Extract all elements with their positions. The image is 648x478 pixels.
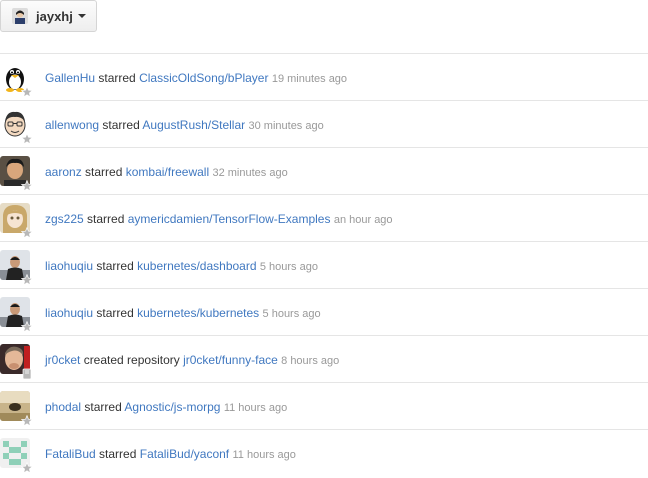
star-icon xyxy=(21,321,33,333)
news-feed: GallenHu starred ClassicOldSong/bPlayer … xyxy=(0,53,648,476)
feed-item: jr0cket created repository jr0cket/funny… xyxy=(0,335,648,382)
star-icon xyxy=(21,86,33,98)
actor-link[interactable]: jr0cket xyxy=(45,353,80,367)
action-text: starred xyxy=(99,447,137,461)
feed-item: FataliBud starred FataliBud/yaconf 11 ho… xyxy=(0,429,648,476)
feed-item: allenwong starred AugustRush/Stellar 30 … xyxy=(0,100,648,147)
timestamp: 11 hours ago xyxy=(232,449,296,461)
feed-item: liaohuqiu starred kubernetes/kubernetes … xyxy=(0,288,648,335)
timestamp: 8 hours ago xyxy=(281,355,340,367)
repo-icon xyxy=(22,368,32,380)
action-text: starred xyxy=(96,306,134,320)
timestamp: 32 minutes ago xyxy=(212,167,288,179)
action-text: starred xyxy=(98,71,136,85)
action-text: starred xyxy=(96,259,134,273)
repo-link[interactable]: aymericdamien/TensorFlow-Examples xyxy=(128,212,331,226)
feed-item: zgs225 starred aymericdamien/TensorFlow-… xyxy=(0,194,648,241)
chevron-down-icon xyxy=(77,14,86,18)
username-label: jayxhj xyxy=(36,8,73,24)
action-text: starred xyxy=(85,165,123,179)
actor-link[interactable]: FataliBud xyxy=(45,447,96,461)
repo-link[interactable]: kombai/freewall xyxy=(126,165,209,179)
action-text: starred xyxy=(87,212,125,226)
repo-link[interactable]: jr0cket/funny-face xyxy=(183,353,278,367)
star-icon xyxy=(21,462,33,474)
action-text: starred xyxy=(84,400,122,414)
repo-link[interactable]: FataliBud/yaconf xyxy=(140,447,229,461)
timestamp: 19 minutes ago xyxy=(271,73,348,85)
star-icon xyxy=(21,227,33,239)
feed-item: phodal starred Agnostic/js-morpg 11 hour… xyxy=(0,382,648,429)
repo-link[interactable]: AugustRush/Stellar xyxy=(142,118,245,132)
repo-link[interactable]: kubernetes/dashboard xyxy=(137,259,256,273)
actor-link[interactable]: phodal xyxy=(45,400,81,414)
actor-link[interactable]: GallenHu xyxy=(45,71,95,85)
star-icon xyxy=(21,415,33,427)
repo-link[interactable]: Agnostic/js-morpg xyxy=(124,400,220,414)
timestamp: 11 hours ago xyxy=(223,402,288,414)
timestamp: 30 minutes ago xyxy=(248,120,324,132)
account-switcher-button[interactable]: jayxhj xyxy=(0,0,97,32)
feed-item: GallenHu starred ClassicOldSong/bPlayer … xyxy=(0,53,648,100)
timestamp: 5 hours ago xyxy=(262,308,321,320)
actor-link[interactable]: allenwong xyxy=(45,118,99,132)
actor-link[interactable]: liaohuqiu xyxy=(45,259,93,273)
star-icon xyxy=(21,180,33,192)
actor-link[interactable]: zgs225 xyxy=(45,212,84,226)
actor-link[interactable]: aaronz xyxy=(45,165,82,179)
actor-link[interactable]: liaohuqiu xyxy=(45,306,93,320)
timestamp: an hour ago xyxy=(333,214,393,226)
feed-item: liaohuqiu starred kubernetes/dashboard 5… xyxy=(0,241,648,288)
user-avatar xyxy=(12,8,28,24)
action-text: created repository xyxy=(83,353,180,367)
repo-link[interactable]: ClassicOldSong/bPlayer xyxy=(139,71,268,85)
repo-link[interactable]: kubernetes/kubernetes xyxy=(137,306,259,320)
timestamp: 5 hours ago xyxy=(259,261,318,273)
star-icon xyxy=(21,133,33,145)
feed-item: aaronz starred kombai/freewall 32 minute… xyxy=(0,147,648,194)
star-icon xyxy=(21,274,33,286)
action-text: starred xyxy=(102,118,140,132)
